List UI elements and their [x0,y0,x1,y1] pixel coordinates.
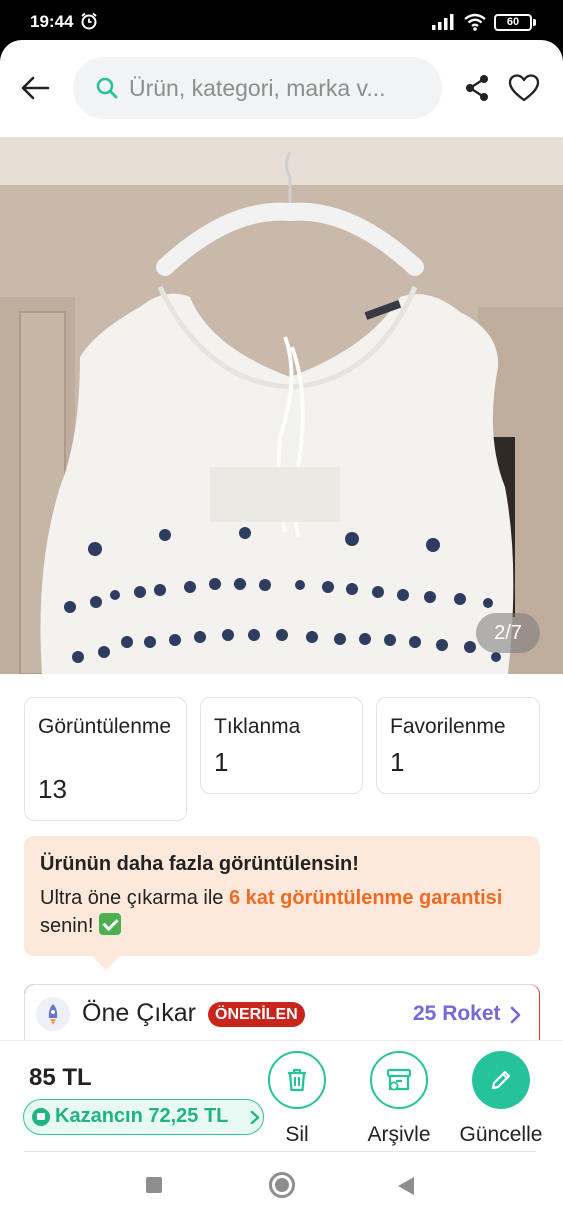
search-icon [96,77,118,99]
price: 85 TL [29,1064,92,1091]
search-input[interactable]: Ürün, kategori, marka v... [73,57,442,119]
earnings-button[interactable]: Kazancın 72,25 TL [23,1099,264,1135]
update-circle [472,1051,530,1109]
heart-icon[interactable] [508,73,540,103]
top-header: Ürün, kategori, marka v... [0,40,563,137]
update-label: Güncelle [459,1123,543,1146]
delete-circle [268,1051,326,1109]
divider [24,1151,536,1152]
boost-option[interactable]: Öne Çıkar ÖNERİLEN 25 Roket [24,984,540,1044]
stat-label: Görüntülenme [38,715,172,738]
product-photo-image [0,137,563,674]
rocket-cost: 25 Roket [413,1002,501,1025]
promo-title: Ürünün daha fazla görüntülensin! [40,853,359,875]
promo-text-after: senin! [40,915,99,937]
wallet-icon [32,1108,50,1126]
stat-value: 13 [38,774,67,804]
stat-value: 1 [390,747,405,777]
archive-icon [386,1068,412,1091]
wifi-icon [464,13,486,31]
system-back-icon[interactable] [398,1177,414,1195]
stat-card-views: Görüntülenme 13 [24,697,187,821]
update-button[interactable]: Güncelle [456,1051,546,1147]
recommended-badge: ÖNERİLEN [208,1002,305,1027]
pencil-icon [491,1070,511,1090]
home-icon[interactable] [269,1172,295,1198]
stat-label: Tıklanma [214,715,301,738]
stat-card-clicks: Tıklanma 1 [200,697,363,794]
search-placeholder: Ürün, kategori, marka v... [129,75,386,101]
chevron-right-icon [250,1110,260,1125]
battery-icon: 60 [494,14,536,31]
share-icon[interactable] [463,73,491,103]
product-photo[interactable]: 2/7 [0,137,563,674]
boost-title: Öne Çıkar [82,999,196,1027]
earnings-text: Kazancın 72,25 TL [55,1105,229,1127]
rocket-icon [36,997,70,1031]
stat-label: Favorilenme [390,715,506,738]
check-icon [98,913,121,935]
archive-label: Arşivle [367,1123,431,1146]
alarm-icon [81,12,97,30]
status-time: 19:44 [30,12,74,31]
system-navigation-bar [0,1154,563,1219]
delete-label: Sil [285,1123,309,1146]
photo-counter: 2/7 [476,613,540,653]
trash-icon [288,1068,306,1092]
delete-button[interactable]: Sil [268,1051,326,1147]
promo-text-before: Ultra öne çıkarma ile [40,887,229,909]
status-bar: 19:44 60 [0,0,563,44]
bottom-action-bar: 85 TL Kazancın 72,25 TL Sil Arşivle Günc… [0,1040,563,1154]
chevron-right-icon [510,1006,521,1024]
signal-icon [432,14,454,30]
promo-text: Ultra öne çıkarma ile 6 kat görüntülenme… [40,884,510,940]
recent-apps-icon[interactable] [146,1177,162,1193]
back-arrow-icon[interactable] [18,72,54,104]
archive-circle [370,1051,428,1109]
stat-card-favorites: Favorilenme 1 [376,697,540,794]
stat-value: 1 [214,747,229,777]
promo-highlight: 6 kat görüntülenme garantisi [228,887,503,909]
promo-box: Ürünün daha fazla görüntülensin! Ultra ö… [24,836,540,956]
promo-pointer [90,954,122,970]
listing-screen: Ürün, kategori, marka v... 2/7 Görüntüle… [0,40,563,1219]
archive-button[interactable]: Arşivle [363,1051,435,1147]
